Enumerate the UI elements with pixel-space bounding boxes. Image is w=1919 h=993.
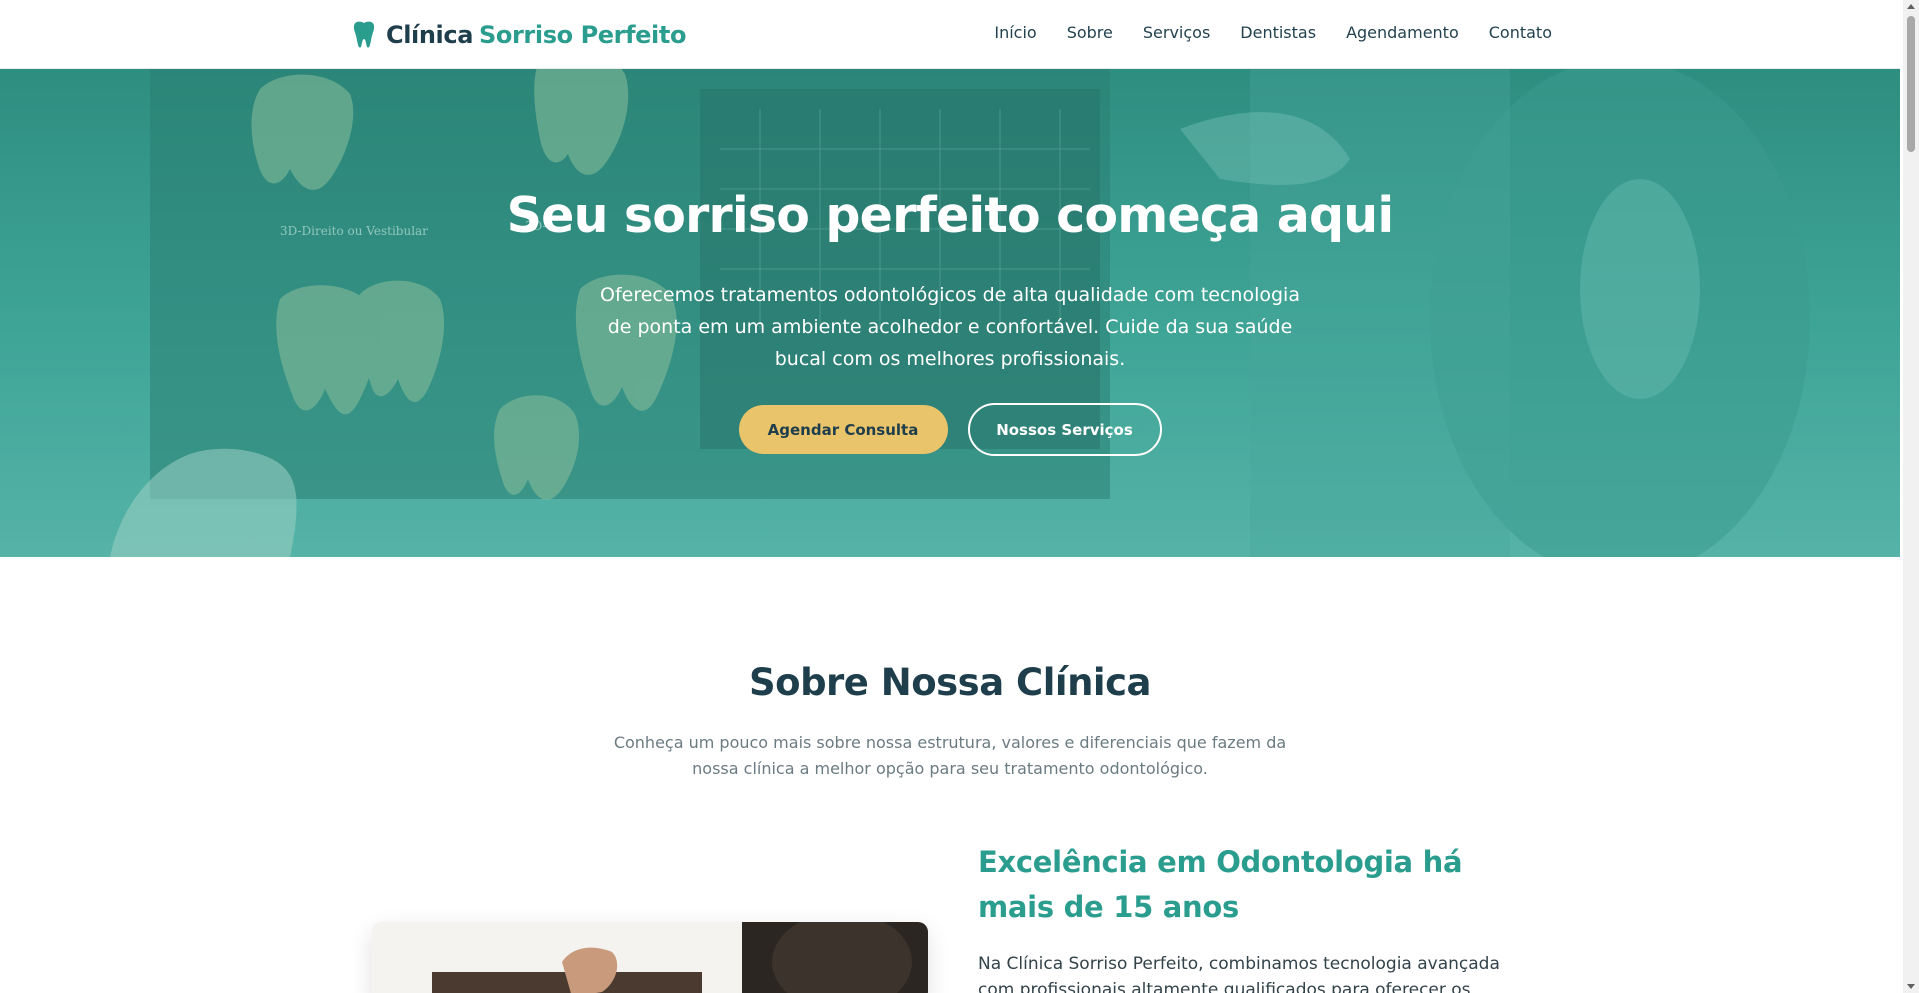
- about-heading: Excelência em Odontologia há mais de 15 …: [978, 845, 1463, 924]
- brand-name-main: Clínica: [386, 21, 474, 49]
- nav-link-dentistas[interactable]: Dentistas: [1240, 23, 1316, 42]
- brand-name: Clínica Sorriso Perfeito: [386, 21, 686, 49]
- tooth-icon: [353, 21, 375, 48]
- scroll-up-arrow-icon[interactable]: [1907, 4, 1915, 9]
- clinic-photo-art: [372, 922, 928, 993]
- hero-subtitle: Oferecemos tratamentos odontológicos de …: [600, 284, 1300, 370]
- page-scrollbar[interactable]: [1903, 0, 1919, 993]
- about-title: Sobre Nossa Clínica: [749, 661, 1152, 704]
- clinic-photo: [372, 922, 928, 993]
- hero-title: Seu sorriso perfeito começa aqui: [506, 187, 1394, 244]
- main-nav: Início Sobre Serviços Dentistas Agendame…: [964, 23, 1552, 42]
- brand-name-accent: Sorriso Perfeito: [479, 21, 687, 49]
- brand-logo[interactable]: Clínica Sorriso Perfeito: [352, 18, 686, 52]
- scroll-down-arrow-icon[interactable]: [1907, 984, 1915, 989]
- about-text: Na Clínica Sorriso Perfeito, combinamos …: [978, 954, 1500, 993]
- nav-link-inicio[interactable]: Início: [994, 23, 1036, 42]
- scroll-thumb[interactable]: [1907, 16, 1915, 152]
- nav-link-sobre[interactable]: Sobre: [1067, 23, 1113, 42]
- nav-link-agendamento[interactable]: Agendamento: [1346, 23, 1459, 42]
- about-subtitle: Conheça um pouco mais sobre nossa estrut…: [613, 733, 1287, 778]
- hero-section: 3D-Direito ou Vestibular 3D- Seu sorriso…: [0, 69, 1900, 557]
- nav-link-contato[interactable]: Contato: [1489, 23, 1552, 42]
- hero-buttons: Agendar Consulta Nossos Serviços: [0, 403, 1900, 456]
- our-services-button[interactable]: Nossos Serviços: [967, 403, 1162, 456]
- schedule-appointment-button[interactable]: Agendar Consulta: [738, 405, 948, 454]
- nav-link-servicos[interactable]: Serviços: [1143, 23, 1210, 42]
- site-header: Clínica Sorriso Perfeito Início Sobre Ser…: [0, 0, 1900, 69]
